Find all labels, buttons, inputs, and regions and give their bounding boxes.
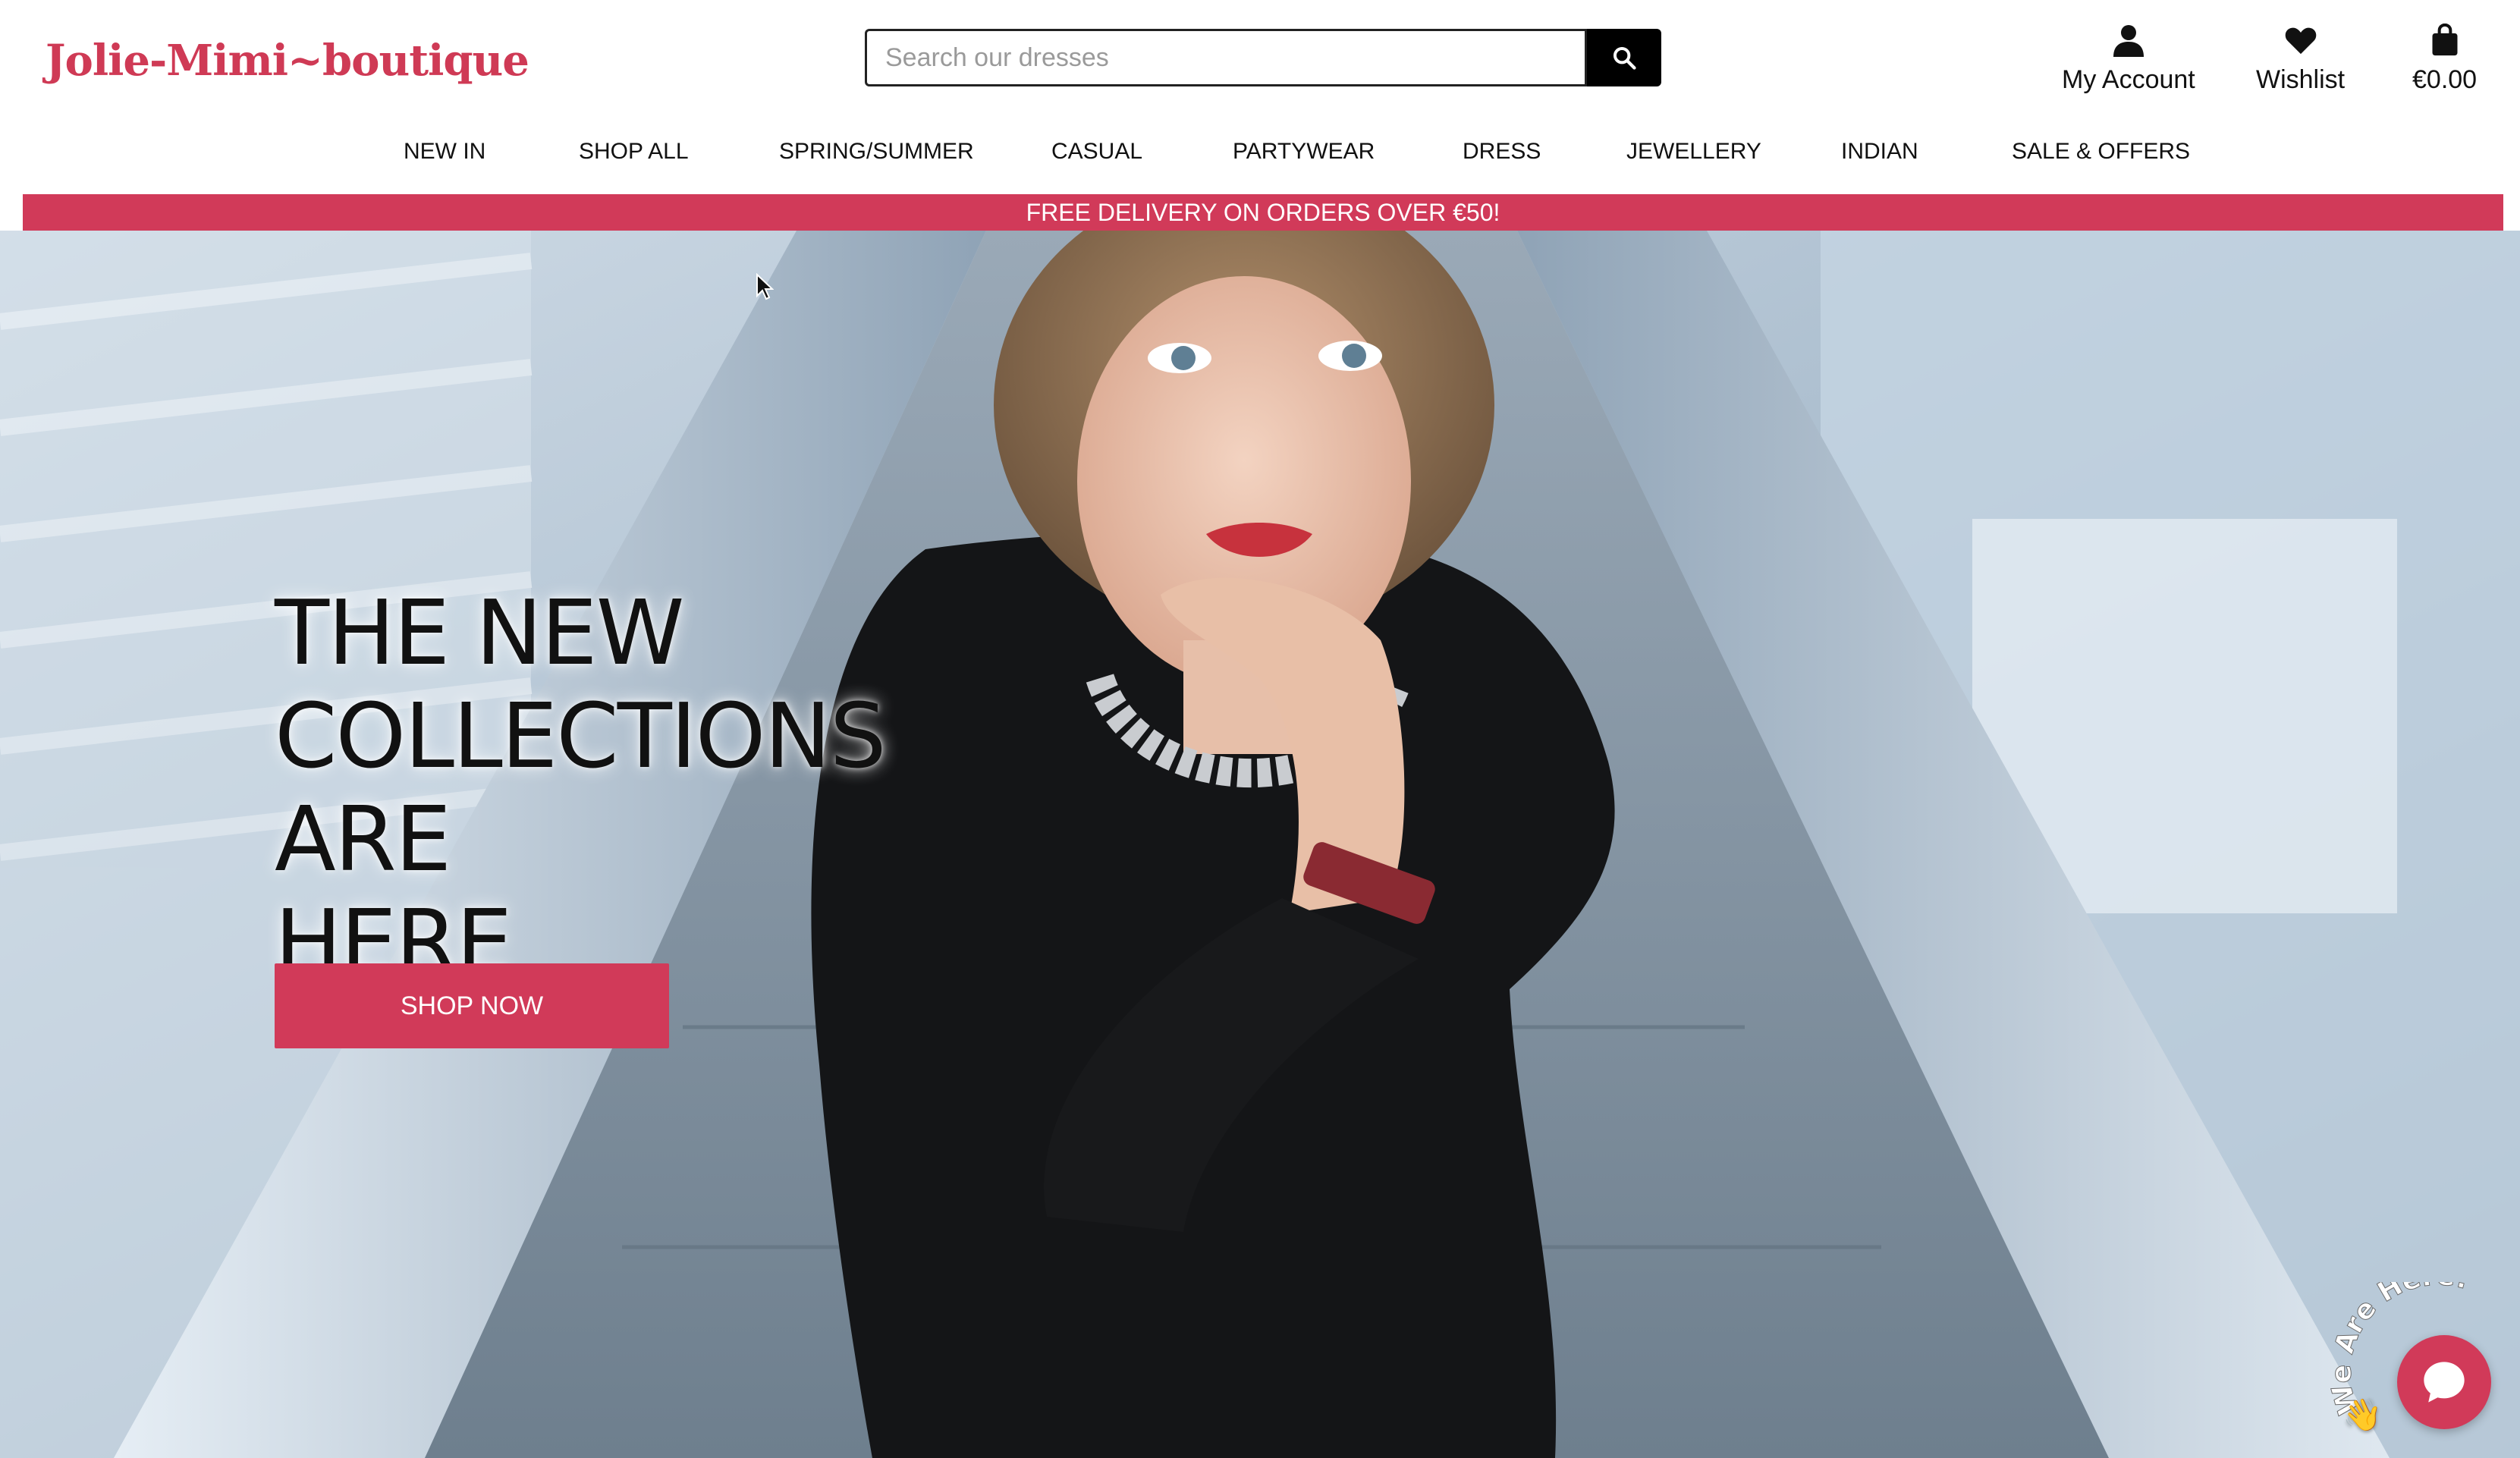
my-account-link[interactable]: My Account [2062,20,2195,95]
heart-icon [2285,27,2316,55]
hero-title-line-1: THE NEW [275,580,684,685]
nav-item-shop-all[interactable]: SHOP ALL [579,127,689,176]
mouse-cursor-icon [756,273,774,300]
search-icon [1613,46,1636,70]
hero-title-line-2: COLLECTIONS ARE [275,683,887,891]
my-account-label: My Account [2062,65,2195,94]
wishlist-link[interactable]: Wishlist [2256,20,2345,95]
main-nav: NEW IN SHOP ALL SPRING/SUMMER CASUAL PAR… [0,127,2520,176]
chat-open-button[interactable] [2397,1335,2491,1429]
nav-item-jewellery[interactable]: JEWELLERY [1626,127,1761,176]
user-icon [2113,25,2144,57]
cart-total: €0.00 [2412,65,2478,94]
site-header: Jolie-Mimi~boutique My Account [0,0,2520,194]
search-button[interactable] [1587,29,1661,86]
chat-widget[interactable]: We Are Here! 👋 [2329,1282,2520,1458]
search-input[interactable] [865,29,1587,86]
nav-item-casual[interactable]: CASUAL [1051,127,1142,176]
nav-item-spring-summer[interactable]: SPRING/SUMMER [779,127,974,176]
wave-hand-icon: 👋 [2342,1396,2383,1433]
shop-now-button[interactable]: SHOP NOW [275,963,669,1048]
nav-item-indian[interactable]: INDIAN [1841,127,1918,176]
site-logo[interactable]: Jolie-Mimi~boutique [46,30,529,91]
nav-item-new-in[interactable]: NEW IN [404,127,485,176]
hero-title: THE NEW COLLECTIONS ARE HERE [275,581,1079,994]
nav-item-partywear[interactable]: PARTYWEAR [1233,127,1375,176]
chat-bubble-icon [2424,1362,2465,1403]
header-actions: My Account Wishlist €0.00 [2018,20,2503,103]
nav-item-dress[interactable]: DRESS [1463,127,1541,176]
search-bar [865,29,1661,86]
hero-banner: THE NEW COLLECTIONS ARE HERE SHOP NOW [0,231,2520,1458]
wishlist-label: Wishlist [2256,65,2346,94]
free-delivery-banner: FREE DELIVERY ON ORDERS OVER €50! [23,194,2503,231]
nav-item-sale-offers[interactable]: SALE & OFFERS [2012,127,2190,176]
cart-link[interactable]: €0.00 [2412,20,2477,95]
shopping-bag-icon [2432,24,2458,56]
